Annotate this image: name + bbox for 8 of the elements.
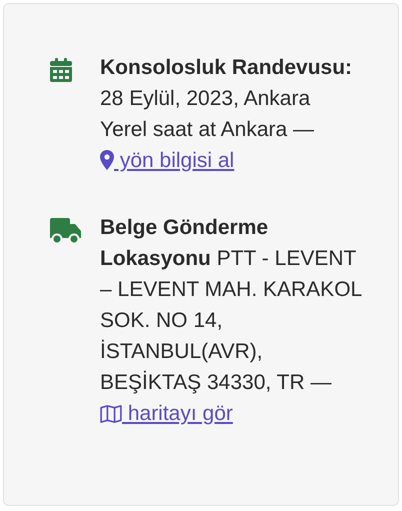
truck-icon (50, 218, 82, 244)
map-pin-icon (100, 150, 114, 170)
info-text: Konsolosluk Randevusu: 28 Eylül, 2023, Ankara Yerel saat at Ankara — yön bilgisi al (100, 55, 354, 174)
map-link[interactable]: yön bilgisi al (100, 149, 234, 172)
map-link[interactable]: haritayı gör (100, 402, 233, 425)
calendar-icon (50, 58, 72, 82)
info-text: Belge Gönderme Lokasyonu PTT - LEVENT – LEVENT MAH. KARAKOL SOK. NO 14, İSTANBUL(AVR), BEŞİKTAŞ 34330, TR — haritayı gör (100, 215, 362, 427)
map-icon (100, 405, 122, 423)
